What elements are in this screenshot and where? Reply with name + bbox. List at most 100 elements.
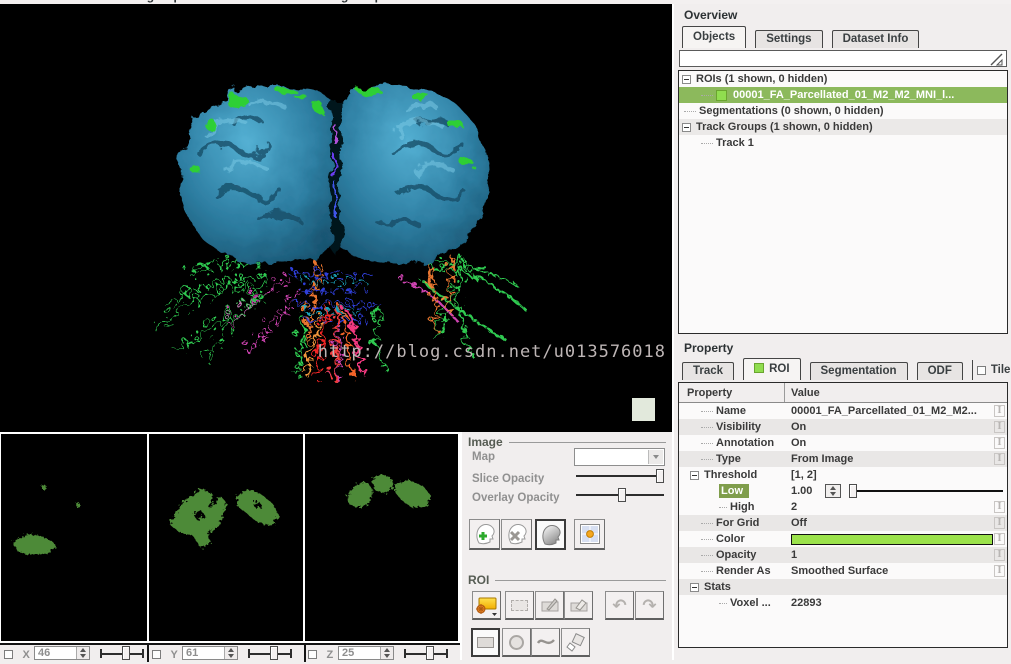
select-roi-button[interactable] xyxy=(505,591,534,620)
add-slice-image-button[interactable] xyxy=(469,519,500,550)
tree-item-track-1[interactable]: Track 1 xyxy=(679,135,1007,151)
map-combobox[interactable] xyxy=(574,448,665,466)
low-spinner[interactable] xyxy=(825,484,841,498)
menu-workgroup[interactable]: Workgroup xyxy=(117,0,181,3)
low-slider-handle[interactable] xyxy=(848,484,857,498)
low-threshold-slider[interactable] xyxy=(848,484,1003,498)
x-lock-checkbox[interactable] xyxy=(4,650,13,660)
property-row-annotation[interactable]: Annotation On I xyxy=(679,435,1007,451)
text-edit-icon[interactable]: I xyxy=(994,421,1005,433)
y-coord-group: Y 61 xyxy=(152,646,294,661)
expander-icon[interactable] xyxy=(690,470,699,480)
text-edit-icon[interactable]: I xyxy=(994,453,1005,465)
menu-file[interactable]: File xyxy=(3,0,24,3)
menu-window[interactable]: Window xyxy=(232,0,278,3)
property-row-threshold-high[interactable]: High 2 I xyxy=(679,499,1007,515)
tab-odf[interactable]: ODF xyxy=(916,362,963,380)
remove-slice-image-button[interactable] xyxy=(501,519,532,550)
z-spinner-arrows[interactable] xyxy=(380,647,393,659)
x-slider-handle[interactable] xyxy=(121,646,130,660)
axial-slice-view[interactable] xyxy=(305,434,458,641)
freehand-tool-button[interactable] xyxy=(531,628,560,657)
tree-group-track-groups[interactable]: Track Groups (1 shown, 0 hidden) xyxy=(679,119,1007,135)
property-row-visibility[interactable]: Visibility On I xyxy=(679,419,1007,435)
tab-segmentation[interactable]: Segmentation xyxy=(809,362,908,380)
text-edit-icon[interactable]: I xyxy=(994,405,1005,417)
property-row-stats[interactable]: Stats xyxy=(679,579,1007,595)
sagittal-slice-view[interactable] xyxy=(1,434,147,641)
text-edit-icon[interactable]: I xyxy=(994,565,1005,577)
text-edit-icon[interactable]: I xyxy=(994,533,1005,545)
property-row-name[interactable]: Name 00001_FA_Parcellated_01_M2_M2... I xyxy=(679,403,1007,419)
property-row-opacity[interactable]: Opacity 1 I xyxy=(679,547,1007,563)
menu-edit[interactable]: Edit xyxy=(33,0,56,3)
z-spinbox[interactable]: 25 xyxy=(338,646,394,660)
draw-roi-button[interactable] xyxy=(535,591,564,620)
tile-checkbox[interactable] xyxy=(976,365,986,375)
property-row-type[interactable]: Type From Image I xyxy=(679,451,1007,467)
overlay-opacity-label: Overlay Opacity xyxy=(472,492,560,504)
rectangle-tool-button[interactable] xyxy=(471,628,500,657)
x-slider[interactable] xyxy=(100,646,144,660)
new-roi-button[interactable] xyxy=(472,591,501,620)
undo-button[interactable]: ↶ xyxy=(605,591,634,620)
property-row-render-as[interactable]: Render As Smoothed Surface I xyxy=(679,563,1007,579)
expander-icon[interactable] xyxy=(690,582,699,592)
property-row-threshold[interactable]: Threshold [1, 2] xyxy=(679,467,1007,483)
slice-opacity-handle[interactable] xyxy=(655,469,664,483)
z-slider[interactable] xyxy=(404,646,448,660)
text-edit-icon[interactable]: I xyxy=(994,517,1005,529)
property-row-for-grid[interactable]: For Grid Off I xyxy=(679,515,1007,531)
tree-group-rois[interactable]: ROIs (1 shown, 0 hidden) xyxy=(679,71,1007,87)
y-label: Y xyxy=(170,648,178,661)
tab-dataset-info[interactable]: Dataset Info xyxy=(831,30,920,48)
tree-item-roi-selected[interactable]: 00001_FA_Parcellated_01_M2_M2_MNI_l... xyxy=(679,87,1007,103)
crosshair-window-button[interactable] xyxy=(574,519,605,550)
property-row-voxel[interactable]: Voxel ... 22893 xyxy=(679,595,1007,611)
tab-track[interactable]: Track xyxy=(682,362,735,380)
y-slider-handle[interactable] xyxy=(269,646,278,660)
y-lock-checkbox[interactable] xyxy=(152,650,161,660)
map-label: Map xyxy=(472,451,495,463)
property-row-threshold-low[interactable]: Low 1.00 xyxy=(679,483,1007,499)
3d-render-view[interactable]: http://blog.csdn.net/u013576018 xyxy=(0,4,672,432)
filter-icon[interactable] xyxy=(990,53,1003,66)
erase-roi-button[interactable] xyxy=(564,591,593,620)
overlay-opacity-slider[interactable] xyxy=(576,488,664,502)
fill-tool-button[interactable] xyxy=(561,628,590,657)
tile-checkbox-group[interactable]: Tile xyxy=(971,360,1011,380)
menu-networking[interactable]: Networking xyxy=(283,0,348,3)
y-spinner-arrows[interactable] xyxy=(224,647,237,659)
tab-objects[interactable]: Objects xyxy=(682,26,747,48)
redo-button[interactable]: ↷ xyxy=(635,591,664,620)
slice-opacity-slider[interactable] xyxy=(576,469,664,483)
property-row-color[interactable]: Color I xyxy=(679,531,1007,547)
x-spinbox[interactable]: 46 xyxy=(34,646,90,660)
show-head-surface-button[interactable] xyxy=(535,519,566,550)
z-lock-checkbox[interactable] xyxy=(308,650,317,660)
color-swatch[interactable] xyxy=(791,533,993,545)
overlay-opacity-handle[interactable] xyxy=(617,488,626,502)
expander-icon[interactable] xyxy=(682,74,691,84)
text-edit-icon[interactable]: I xyxy=(994,501,1005,513)
curve-icon xyxy=(536,639,555,645)
x-spinner-arrows[interactable] xyxy=(76,647,89,659)
tab-settings[interactable]: Settings xyxy=(755,30,823,48)
y-slider[interactable] xyxy=(248,646,292,660)
text-edit-icon[interactable]: I xyxy=(994,437,1005,449)
menu-help[interactable]: Help xyxy=(356,0,382,3)
menu-view[interactable]: View xyxy=(70,0,97,3)
property-table: Property Value Name 00001_FA_Parcellated… xyxy=(678,382,1008,648)
divider xyxy=(147,645,149,662)
ellipse-tool-button[interactable] xyxy=(502,628,531,657)
y-spinbox[interactable]: 61 xyxy=(182,646,238,660)
tab-roi[interactable]: ROI xyxy=(743,358,801,380)
text-edit-icon[interactable]: I xyxy=(994,549,1005,561)
coronal-slice-view[interactable] xyxy=(149,434,303,641)
menu-roi[interactable]: ROI xyxy=(199,0,220,3)
roi-color-square-icon xyxy=(716,89,727,101)
tree-group-segmentations[interactable]: Segmentations (0 shown, 0 hidden) xyxy=(679,103,1007,119)
expander-icon[interactable] xyxy=(682,122,691,132)
z-slider-handle[interactable] xyxy=(426,646,435,660)
object-filter-input[interactable] xyxy=(679,50,1007,67)
